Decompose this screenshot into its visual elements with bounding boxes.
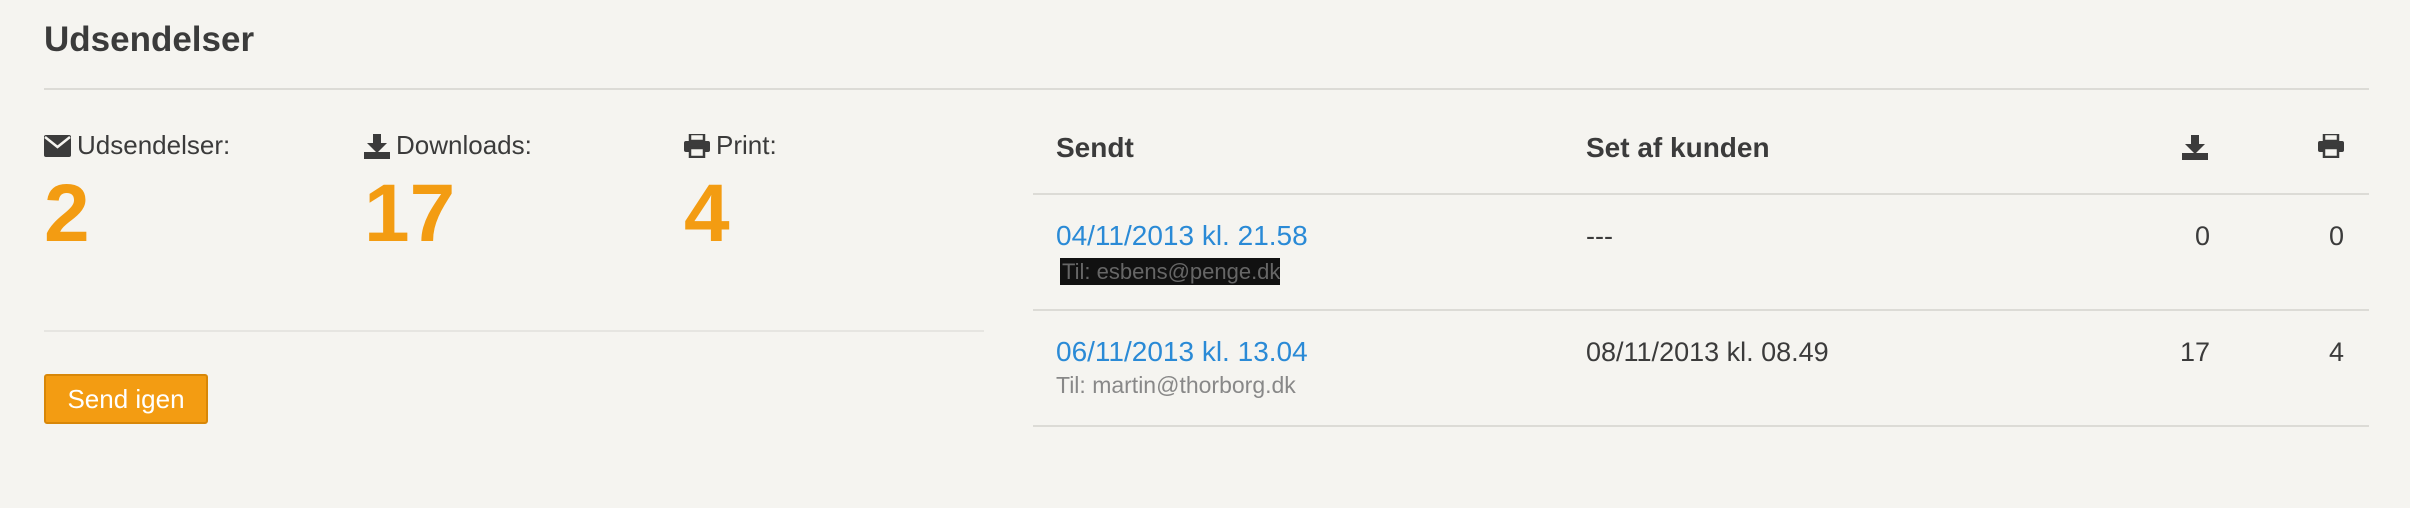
stats-divider	[44, 330, 984, 332]
prints-count: 4	[2328, 337, 2344, 367]
mailings-panel: Udsendelser Udsendelser: 2 Downloads: 17…	[0, 0, 2410, 508]
downloads-count: 17	[2179, 337, 2210, 367]
seen-value: 08/11/2013 kl. 08.49	[1586, 337, 1829, 367]
prints-count: 0	[2328, 221, 2344, 251]
printer-icon	[684, 133, 710, 158]
sent-date-link[interactable]: 04/11/2013 kl. 21.58	[1056, 220, 1308, 252]
downloads-count: 0	[2194, 221, 2210, 251]
stat-mailings-label: Udsendelser:	[77, 130, 231, 160]
stat-prints: Print: 4	[684, 130, 777, 255]
recipient-redacted: Til: esbens@penge.dk	[1060, 258, 1280, 285]
recipient-email: Til: martin@thorborg.dk	[1056, 372, 1296, 398]
column-header-downloads[interactable]	[2182, 134, 2208, 165]
download-icon	[2182, 135, 2208, 164]
sent-date-link[interactable]: 06/11/2013 kl. 13.04	[1056, 336, 1308, 368]
page-title: Udsendelser	[44, 20, 255, 59]
column-header-prints[interactable]	[2318, 132, 2344, 163]
title-divider	[44, 88, 2369, 90]
printer-icon	[2318, 132, 2344, 162]
download-icon	[364, 133, 390, 159]
column-header-seen[interactable]: Set af kunden	[1586, 132, 1770, 164]
seen-value: ---	[1586, 221, 1613, 251]
stat-mailings: Udsendelser: 2	[44, 130, 230, 255]
stat-downloads-value: 17	[364, 168, 456, 259]
table-bottom-divider	[1033, 425, 2369, 427]
stat-downloads: Downloads: 17	[364, 130, 532, 255]
stat-prints-value: 4	[684, 168, 730, 259]
stat-downloads-label: Downloads:	[396, 130, 532, 160]
table-header-divider	[1033, 193, 2369, 195]
table-row-divider	[1033, 309, 2369, 311]
resend-button[interactable]: Send igen	[44, 374, 208, 424]
envelope-icon	[44, 134, 71, 157]
stat-prints-label: Print:	[716, 130, 777, 160]
page-footer-strip	[0, 508, 2410, 524]
stat-mailings-value: 2	[44, 168, 90, 259]
column-header-sent[interactable]: Sendt	[1056, 132, 1134, 164]
